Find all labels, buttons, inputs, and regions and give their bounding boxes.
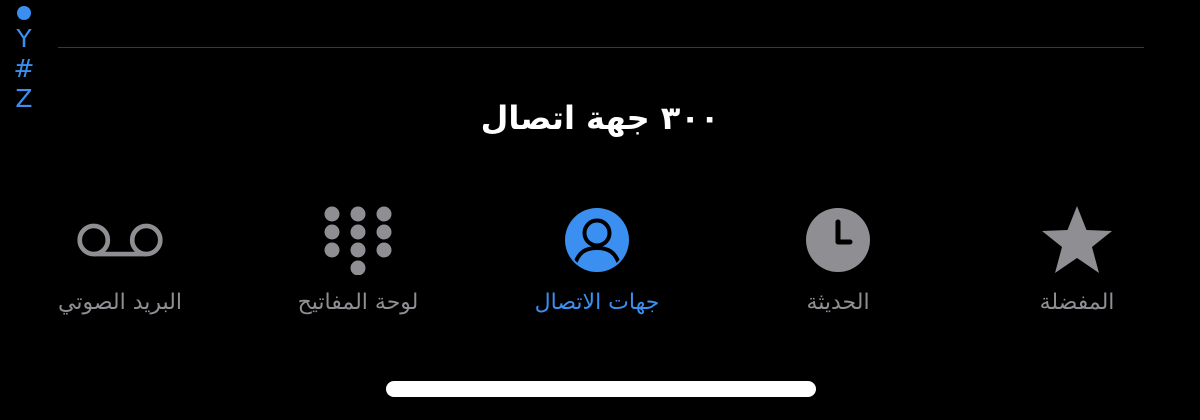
tab-voicemail[interactable]: البريد الصوتي	[0, 200, 240, 330]
voicemail-icon	[75, 200, 165, 280]
tab-label-contacts: جهات الاتصال	[534, 290, 660, 315]
tab-recents[interactable]: الحديثة	[718, 200, 958, 330]
clock-icon	[793, 200, 883, 280]
contact-count: ٣٠٠ جهة اتصال	[480, 99, 720, 137]
index-letter-hash[interactable]: #	[14, 54, 35, 84]
star-icon	[1032, 200, 1122, 280]
person-circle-icon	[552, 200, 642, 280]
list-divider	[58, 47, 1144, 48]
home-indicator[interactable]	[386, 381, 816, 397]
tab-label-favorites: المفضلة	[1039, 290, 1115, 315]
tab-label-voicemail: البريد الصوتي	[58, 290, 182, 315]
tab-favorites[interactable]: المفضلة	[957, 200, 1197, 330]
tab-bar: البريد الصوتي لوحة المفاتيح جهات الاتصال…	[0, 200, 1200, 330]
index-dot-icon[interactable]	[17, 6, 31, 20]
index-letter-y[interactable]: Y	[16, 24, 31, 54]
tab-contacts[interactable]: جهات الاتصال	[477, 200, 717, 330]
tab-keypad[interactable]: لوحة المفاتيح	[238, 200, 478, 330]
tab-label-recents: الحديثة	[806, 290, 870, 315]
tab-label-keypad: لوحة المفاتيح	[297, 290, 419, 315]
keypad-icon	[313, 200, 403, 280]
